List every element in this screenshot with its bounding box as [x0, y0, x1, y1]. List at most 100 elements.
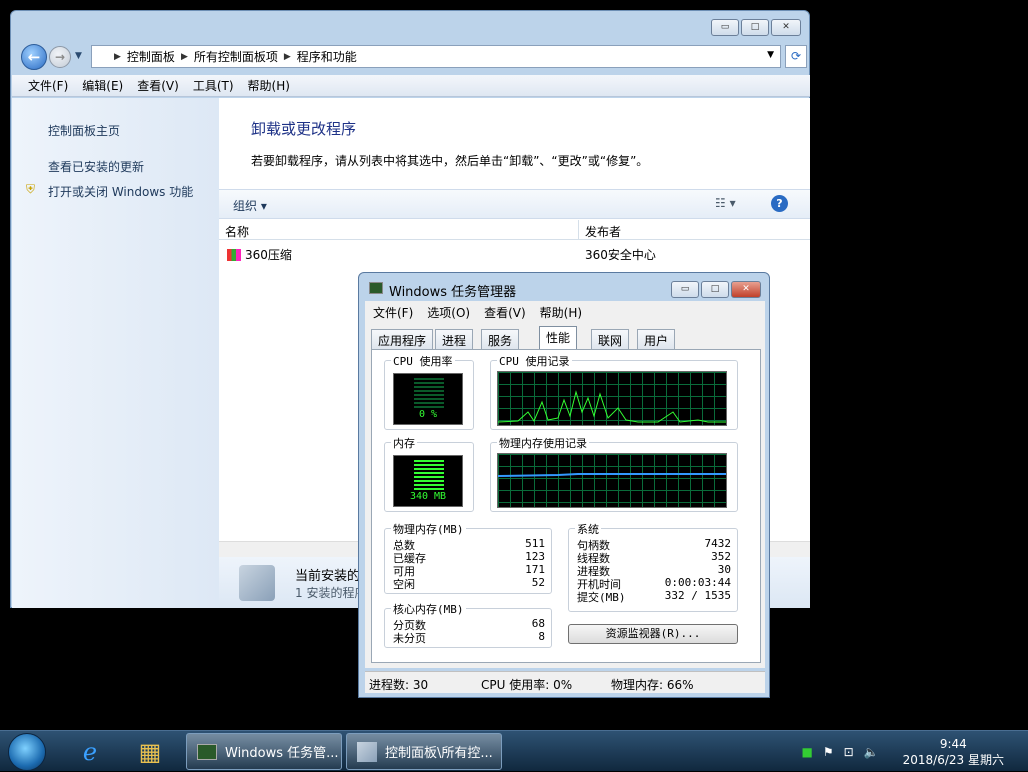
- menu-bar: 文件(F) 编辑(E) 查看(V) 工具(T) 帮助(H): [12, 75, 810, 97]
- column-publisher[interactable]: 发布者: [585, 223, 621, 240]
- tab-performance[interactable]: 性能: [539, 326, 578, 350]
- view-options-icon[interactable]: ☷ ▾: [715, 196, 736, 210]
- taskbar-item-label: Windows 任务管...: [225, 746, 339, 761]
- command-bar: 组织 ▾ ☷ ▾ ?: [219, 189, 810, 219]
- minimize-button[interactable]: ▭: [711, 19, 739, 36]
- details-title: 当前安装的: [295, 569, 361, 584]
- taskbar-item-control-panel[interactable]: 控制面板\所有控...: [346, 733, 502, 770]
- explorer-icon[interactable]: ▦: [124, 734, 176, 770]
- column-name[interactable]: 名称: [225, 223, 249, 240]
- page-description: 若要卸载程序，请从列表中将其选中，然后单击“卸载”、“更改”或“修复”。: [251, 154, 649, 168]
- network-icon[interactable]: ⊡: [844, 745, 854, 759]
- chevron-right-icon: ▶: [114, 51, 121, 62]
- stat-row: 提交(MB) 332 / 1535: [577, 589, 731, 604]
- forward-button[interactable]: →: [49, 46, 71, 68]
- cpu-usage-group: CPU 使用率 0 %: [384, 353, 474, 430]
- left-task-pane: 控制面板主页 查看已安装的更新 ⛨ 打开或关闭 Windows 功能: [12, 98, 219, 608]
- system-group: 系统 句柄数 7432 线程数 352 进程数 30 开机时间 0:00:03:44 提…: [568, 521, 738, 612]
- clock[interactable]: 9:44 2018/6/23 星期六: [903, 736, 1004, 768]
- breadcrumb-item[interactable]: 所有控制面板项: [194, 48, 278, 65]
- cpu-usage-label: CPU 使用率: [391, 353, 455, 369]
- refresh-button[interactable]: ⟳: [785, 45, 807, 68]
- volume-muted-icon[interactable]: 🔈: [864, 745, 879, 759]
- taskbar-item-label: 控制面板\所有控...: [385, 746, 493, 761]
- menu-help[interactable]: 帮助(H): [540, 304, 582, 321]
- menu-file[interactable]: 文件(F): [28, 77, 68, 94]
- internet-explorer-icon[interactable]: ℯ: [64, 734, 116, 770]
- tab-processes[interactable]: 进程: [435, 329, 474, 349]
- close-button[interactable]: ✕: [731, 281, 761, 298]
- maximize-button[interactable]: □: [741, 19, 769, 36]
- clock-date: 2018/6/23 星期六: [902, 752, 1004, 767]
- archive-icon: [227, 248, 241, 261]
- resource-monitor-button[interactable]: 资源监视器(R)...: [568, 624, 738, 644]
- table-row[interactable]: 360压缩: [227, 246, 292, 263]
- cpu-history-label: CPU 使用记录: [497, 353, 572, 369]
- breadcrumb-item[interactable]: 程序和功能: [297, 48, 357, 65]
- menu-tools[interactable]: 工具(T): [193, 77, 234, 94]
- menu-view[interactable]: 查看(V): [137, 77, 179, 94]
- memory-group: 内存 340 MB: [384, 435, 474, 512]
- cpu-meter-bars: [414, 378, 444, 408]
- address-row: ← → ▼ ▶ 控制面板 ▶ 所有控制面板项 ▶ 程序和功能 ▼ ⟳: [19, 43, 807, 71]
- start-button[interactable]: [8, 733, 46, 771]
- tab-networking[interactable]: 联网: [591, 329, 630, 349]
- status-bar: 进程数: 30 CPU 使用率: 0% 物理内存: 66%: [365, 671, 765, 693]
- recent-pages-dropdown-icon[interactable]: ▼: [75, 51, 82, 61]
- organize-button[interactable]: 组织 ▾: [233, 197, 267, 214]
- task-manager-body: 应用程序 进程 服务 性能 联网 用户 CPU 使用率 0 % CPU 使用记录: [365, 323, 765, 668]
- taskbar-item-task-manager[interactable]: Windows 任务管...: [186, 733, 342, 770]
- clock-time: 9:44: [939, 736, 967, 751]
- close-button[interactable]: ✕: [771, 19, 801, 36]
- chevron-right-icon: ▶: [180, 51, 188, 62]
- address-bar[interactable]: ▶ 控制面板 ▶ 所有控制面板项 ▶ 程序和功能 ▼: [91, 45, 781, 68]
- stat-row: 未分页 8: [393, 630, 545, 645]
- physical-memory-group: 物理内存(MB) 总数 511 已缓存 123 可用 171 空闲 52: [384, 521, 552, 594]
- chevron-down-icon[interactable]: ▼: [767, 50, 774, 60]
- breadcrumb-item[interactable]: 控制面板: [127, 48, 175, 65]
- performance-panel: CPU 使用率 0 % CPU 使用记录 内存 340 MB 物理内存使用记录 …: [371, 349, 761, 663]
- task-manager-tray-icon[interactable]: ■: [802, 745, 813, 759]
- column-divider[interactable]: [578, 220, 579, 240]
- system-label: 系统: [575, 521, 601, 537]
- kernel-memory-group: 核心内存(MB) 分页数 68 未分页 8: [384, 601, 552, 648]
- menu-help[interactable]: 帮助(H): [248, 77, 290, 94]
- column-header: 名称 发布者: [219, 220, 810, 240]
- task-manager-icon: [369, 282, 383, 294]
- menu-options[interactable]: 选项(O): [427, 304, 470, 321]
- back-button[interactable]: ←: [21, 44, 47, 70]
- tab-users[interactable]: 用户: [637, 329, 676, 349]
- tab-services[interactable]: 服务: [481, 329, 520, 349]
- action-center-icon[interactable]: ⚑: [823, 745, 834, 759]
- maximize-button[interactable]: □: [701, 281, 729, 298]
- task-manager-window: Windows 任务管理器 ▭ □ ✕ 文件(F) 选项(O) 查看(V) 帮助…: [358, 272, 770, 698]
- chevron-right-icon: ▶: [283, 51, 291, 62]
- control-panel-icon: [357, 741, 377, 762]
- taskbar: ℯ ▦ Windows 任务管... 控制面板\所有控... ■ ⚑ ⊡ 🔈 9…: [0, 730, 1028, 771]
- installer-icon: [239, 565, 275, 601]
- page-title: 卸载或更改程序: [251, 120, 357, 138]
- program-name: 360压缩: [245, 248, 292, 262]
- details-subtitle: 1 安装的程序: [295, 586, 367, 600]
- link-windows-features[interactable]: 打开或关闭 Windows 功能: [48, 183, 193, 200]
- memory-label: 内存: [391, 435, 417, 451]
- link-control-panel-home[interactable]: 控制面板主页: [48, 122, 120, 139]
- memory-meter-bars: [414, 460, 444, 490]
- cpu-history-line: [497, 390, 726, 423]
- menu-view[interactable]: 查看(V): [484, 304, 526, 321]
- link-view-installed-updates[interactable]: 查看已安装的更新: [48, 158, 144, 175]
- cpu-usage-value: 0 %: [418, 409, 438, 420]
- status-memory: 物理内存: 66%: [611, 678, 694, 692]
- notification-area: ■ ⚑ ⊡ 🔈 9:44 2018/6/23 星期六: [802, 731, 1028, 772]
- minimize-button[interactable]: ▭: [671, 281, 699, 298]
- caption-buttons: ▭ □ ✕: [671, 281, 761, 298]
- tab-applications[interactable]: 应用程序: [371, 329, 434, 349]
- memory-history-group: 物理内存使用记录: [490, 435, 738, 512]
- memory-history-label: 物理内存使用记录: [497, 435, 589, 451]
- memory-value: 340 MB: [409, 491, 447, 502]
- help-icon[interactable]: ?: [771, 195, 788, 212]
- menu-edit[interactable]: 编辑(E): [82, 77, 123, 94]
- memory-history-graph: [497, 453, 727, 508]
- memory-meter: 340 MB: [393, 455, 463, 507]
- menu-file[interactable]: 文件(F): [373, 304, 413, 321]
